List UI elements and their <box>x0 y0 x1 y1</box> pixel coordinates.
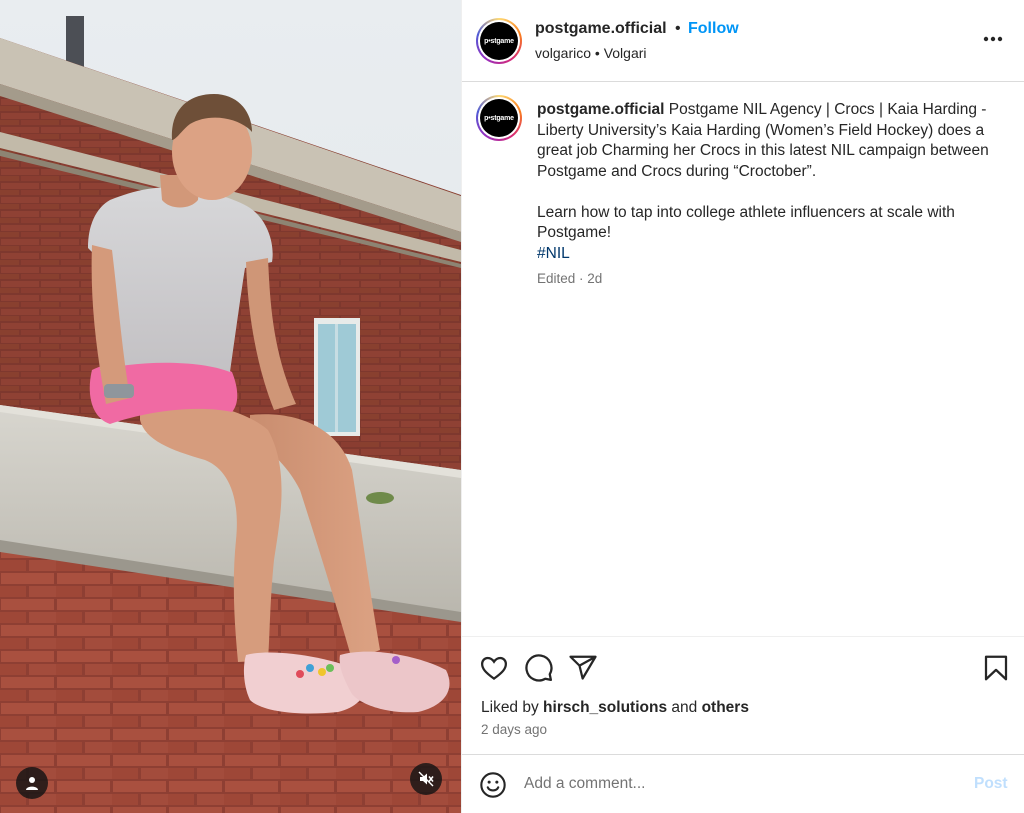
user-tag-button[interactable] <box>16 767 48 799</box>
share-icon <box>569 655 597 680</box>
share-button[interactable] <box>568 653 598 683</box>
post-header: p•stgame postgame.official • Follow volg… <box>462 0 1024 82</box>
avatar-logo-text: p•stgame <box>480 22 518 60</box>
caption-author-avatar[interactable]: p•stgame <box>476 95 522 141</box>
post-details-panel: p•stgame postgame.official • Follow volg… <box>461 0 1024 813</box>
comment-button[interactable] <box>524 653 554 683</box>
author-avatar[interactable]: p•stgame <box>476 18 522 64</box>
comment-input[interactable] <box>524 767 954 801</box>
heart-icon <box>480 656 508 681</box>
likes-and: and <box>671 699 698 716</box>
more-options-icon <box>983 36 1003 42</box>
save-button[interactable] <box>981 653 1011 683</box>
author-username[interactable]: postgame.official <box>535 20 667 38</box>
emoji-button[interactable] <box>479 771 507 799</box>
speaker-muted-icon <box>418 771 434 787</box>
like-button[interactable] <box>479 653 509 683</box>
post-timestamp[interactable]: 2 days ago <box>481 722 547 737</box>
caption-username[interactable]: postgame.official <box>537 101 664 118</box>
bookmark-icon <box>984 655 1008 681</box>
emoji-icon <box>480 772 506 798</box>
post-media[interactable] <box>0 0 461 813</box>
post-video-frame <box>0 0 461 813</box>
comment-icon <box>525 654 553 682</box>
likes-summary: Liked by hirsch_solutions and others <box>481 699 749 717</box>
caption-meta: Edited · 2d <box>537 271 603 286</box>
post-caption: postgame.official Postgame NIL Agency | … <box>537 100 1007 264</box>
post-comment-button[interactable]: Post <box>974 775 1008 793</box>
likes-others-link[interactable]: others <box>702 699 749 716</box>
likes-prefix: Liked by <box>481 699 539 716</box>
audio-attribution[interactable]: volgarico • Volgari <box>535 45 647 61</box>
header-separator: • <box>675 20 681 37</box>
caption-text-cta: Learn how to tap into college athlete in… <box>537 203 955 242</box>
mute-toggle-button[interactable] <box>410 763 442 795</box>
post-actions-bar <box>462 636 1024 696</box>
hashtag-link[interactable]: #NIL <box>537 244 1007 265</box>
liked-by-username[interactable]: hirsch_solutions <box>543 699 667 716</box>
more-options-button[interactable] <box>980 26 1006 52</box>
comment-composer: Post <box>462 754 1024 813</box>
avatar-logo-text: p•stgame <box>480 99 518 137</box>
follow-button[interactable]: Follow <box>688 20 739 38</box>
user-tag-icon <box>26 777 38 790</box>
